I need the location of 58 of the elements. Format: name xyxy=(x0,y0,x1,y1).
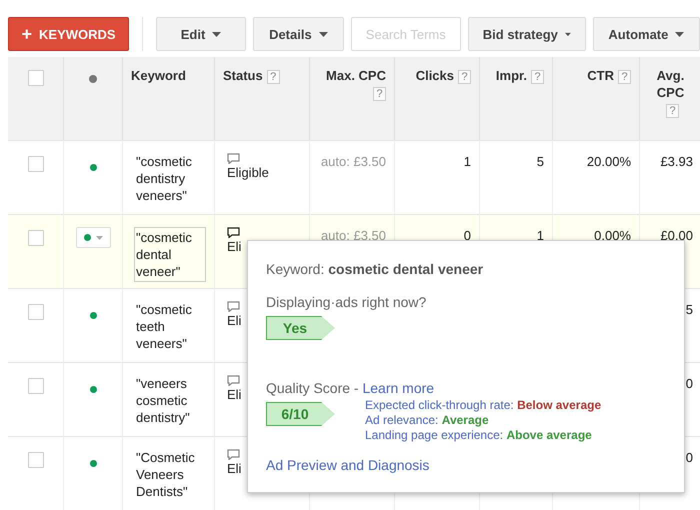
row-checkbox[interactable] xyxy=(28,304,44,320)
toolbar-button[interactable]: Details xyxy=(252,17,344,51)
caret-icon xyxy=(318,32,328,36)
table-cell: 1 xyxy=(536,227,544,244)
quality-factor: Landing page experience: Above average xyxy=(365,428,593,443)
status-dot-icon xyxy=(89,75,97,83)
select-all-checkbox[interactable] xyxy=(28,70,44,86)
status-text: Eligible xyxy=(227,164,269,181)
status-text: Eli xyxy=(227,312,242,329)
learn-more-link[interactable]: Learn more xyxy=(362,380,434,396)
keyword-text[interactable]: "veneers cosmetic dentistry" xyxy=(136,375,206,426)
caret-icon xyxy=(96,236,102,240)
quality-score-label: Quality Score - xyxy=(266,380,359,396)
column-header[interactable]: Avg. CPC xyxy=(650,67,690,101)
table-cell: auto: £3.50 xyxy=(320,153,386,170)
status-text: Eli xyxy=(227,386,242,403)
table-cell: £0.00 xyxy=(660,227,693,244)
table-cell: £3.93 xyxy=(660,153,693,170)
row-checkbox[interactable] xyxy=(28,378,44,394)
toolbar-button[interactable]: Bid strategy xyxy=(468,17,586,51)
keyword-text[interactable]: "cosmetic teeth veneers" xyxy=(136,301,206,352)
quality-factor: Expected click-through rate: Below average xyxy=(365,398,602,413)
table-cell: 0 xyxy=(464,227,471,244)
column-header[interactable]: CTR xyxy=(587,68,614,83)
status-text: Eli xyxy=(227,460,242,477)
table-cell: 0.00% xyxy=(594,227,631,244)
table-cell: 1 xyxy=(464,153,471,170)
speech-bubble-icon[interactable] xyxy=(227,227,240,238)
toolbar-button[interactable]: Edit xyxy=(156,17,246,51)
table-cell: 5 xyxy=(686,301,693,318)
caret-icon xyxy=(675,32,684,36)
column-header[interactable]: Status xyxy=(223,68,263,83)
keyword-text[interactable]: "Cosmetic Veneers Dentists" xyxy=(136,449,206,500)
toolbar-button[interactable]: Automate xyxy=(592,17,700,51)
keyword-text[interactable]: "cosmetic dentistry veneers" xyxy=(136,153,206,204)
status-text: Eli xyxy=(227,238,242,255)
displaying-label: Displaying·ads right now? xyxy=(266,294,428,310)
caret-icon xyxy=(212,32,222,36)
quality-factor: Ad relevance: Average xyxy=(365,413,490,428)
ad-preview-link[interactable]: Ad Preview and Diagnosis xyxy=(266,457,430,473)
yes-badge: Yes xyxy=(266,316,335,340)
column-header[interactable]: Clicks xyxy=(416,68,454,83)
caret-icon xyxy=(564,32,571,36)
table-cell: 0 xyxy=(686,449,693,466)
table-cell: 0 xyxy=(686,375,693,392)
column-header[interactable]: Keyword xyxy=(131,68,186,83)
column-header[interactable]: Max. CPC xyxy=(326,68,386,83)
row-checkbox[interactable] xyxy=(28,452,44,468)
add-keywords-button[interactable]: + KEYWORDS xyxy=(8,17,130,51)
row-checkbox[interactable] xyxy=(28,230,44,246)
table-cell: 5 xyxy=(536,153,544,170)
column-header[interactable]: Impr. xyxy=(496,68,527,83)
table-cell: 20.00% xyxy=(586,153,631,170)
score-badge: 6/10 xyxy=(266,402,335,426)
keyword-label: Keyword: cosmetic dental veneer xyxy=(266,261,484,277)
table-cell: auto: £3.50 xyxy=(320,227,386,244)
row-checkbox[interactable] xyxy=(28,156,44,172)
keyword-text[interactable]: "cosmetic dental veneer" xyxy=(134,227,206,282)
